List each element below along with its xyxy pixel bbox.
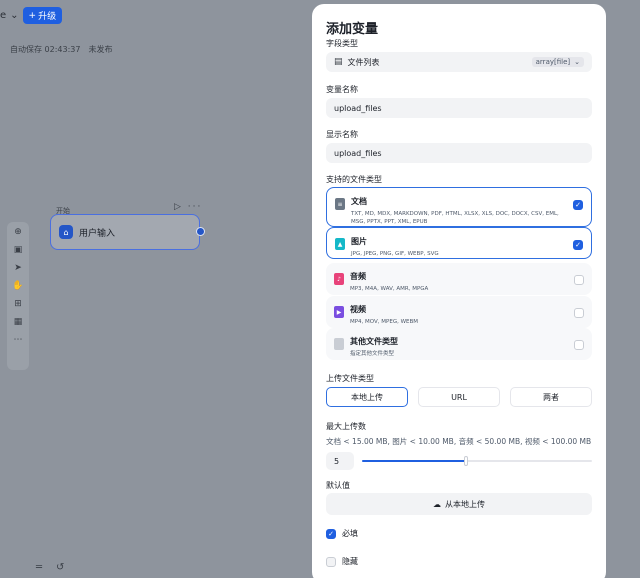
display-name-input[interactable]: upload_files (326, 143, 592, 163)
upload-type-both[interactable]: 两者 (510, 387, 592, 407)
plus-icon: + (28, 10, 37, 21)
file-type-name: 音频 (350, 272, 366, 281)
file-type-name: 图片 (351, 237, 367, 246)
panel-title: 添加变量 (326, 22, 379, 37)
display-name-label: 显示名称 (326, 130, 358, 139)
file-types-label: 支持的文件类型 (326, 175, 382, 184)
file-type-checkbox[interactable] (574, 275, 584, 285)
slider-thumb[interactable] (463, 456, 468, 466)
hand-icon[interactable]: ✋ (12, 280, 23, 292)
required-row: ✓ 必填 (326, 528, 358, 539)
document-icon: ≡ (335, 198, 345, 210)
layout-icon[interactable]: ⊞ (14, 298, 22, 310)
audio-file-icon: ♪ (334, 273, 344, 285)
upload-type-url[interactable]: URL (418, 387, 500, 407)
upload-type-local[interactable]: 本地上传 (326, 387, 408, 407)
max-upload-input[interactable]: 5 (326, 452, 354, 470)
file-type-audio[interactable]: ♪ 音频 MP3, M4A, WAV, AMR, MPGA (326, 263, 592, 295)
file-type-image[interactable]: ▲ 图片 JPG, JPEG, PNG, GIF, WEBP, SVG ✓ (326, 227, 592, 259)
chevron-down-icon[interactable]: ⌄ (10, 10, 18, 21)
upgrade-button[interactable]: + 升级 (22, 7, 63, 24)
file-type-document[interactable]: ≡ 文档 TXT, MD, MDX, MARKDOWN, PDF, HTML, … (326, 187, 592, 227)
required-label: 必填 (342, 529, 358, 538)
field-type-label: 字段类型 (326, 39, 358, 48)
field-type-tag-text: array[file] (535, 58, 571, 66)
max-upload-hint: 文档 < 15.00 MB, 图片 < 10.00 MB, 音频 < 50.00… (326, 437, 592, 446)
canvas-toolbar: ⊕ ▣ ➤ ✋ ⊞ ▦ ⋯ (7, 222, 29, 370)
file-type-desc: 指定其他文件类型 (350, 351, 395, 357)
other-file-icon (334, 338, 344, 350)
note-icon[interactable]: ▣ (14, 244, 23, 256)
var-name-input[interactable]: upload_files (326, 98, 592, 118)
file-type-desc: TXT, MD, MDX, MARKDOWN, PDF, HTML, XLSX,… (351, 211, 559, 225)
upload-type-segmented: 本地上传 URL 两者 (326, 387, 592, 407)
pointer-icon[interactable]: ➤ (14, 262, 22, 274)
file-type-desc: MP3, M4A, WAV, AMR, MPGA (350, 286, 429, 292)
file-type-checkbox[interactable] (574, 340, 584, 350)
default-value-label: 默认值 (326, 481, 350, 490)
more-icon[interactable]: ⋯ (14, 334, 23, 346)
image-file-icon: ▲ (335, 238, 345, 250)
file-type-desc: JPG, JPEG, PNG, GIF, WEBP, SVG (351, 251, 439, 257)
user-input-icon: ⌂ (59, 225, 73, 239)
upgrade-label: 升级 (38, 12, 57, 22)
app-selector[interactable]: e (0, 10, 6, 21)
node-title: 用户输入 (79, 228, 116, 239)
file-type-checkbox[interactable]: ✓ (573, 240, 583, 250)
node-output-port[interactable] (196, 227, 205, 236)
image-icon[interactable]: ▦ (14, 316, 23, 328)
file-type-desc: MP4, MOV, MPEG, WEBM (350, 319, 419, 325)
required-checkbox[interactable]: ✓ (326, 528, 336, 539)
field-type-select[interactable]: ▤ 文件列表 array[file] ⌄ (326, 52, 592, 72)
file-type-name: 视频 (350, 305, 366, 314)
field-type-value: 文件列表 (347, 57, 380, 67)
start-node[interactable]: ⌂ 用户输入 (50, 214, 200, 250)
upload-button-label: 从本地上传 (445, 499, 485, 509)
file-type-video[interactable]: ▶ 视频 MP4, MOV, MPEG, WEBM (326, 296, 592, 328)
var-name-label: 变量名称 (326, 85, 358, 94)
hidden-row: 隐藏 (326, 556, 358, 567)
file-type-checkbox[interactable]: ✓ (573, 200, 583, 210)
max-upload-label: 最大上传数 (326, 422, 366, 431)
minimap-icon[interactable]: ═ (36, 562, 42, 573)
hidden-checkbox[interactable] (326, 556, 336, 567)
file-type-name: 文档 (351, 197, 367, 206)
upload-type-label: 上传文件类型 (326, 374, 374, 383)
canvas-topbar: e ⌄ + 升级 (0, 7, 63, 24)
upload-from-local-button[interactable]: ☁ 从本地上传 (326, 493, 592, 515)
add-variable-panel: 添加变量 字段类型 ▤ 文件列表 array[file] ⌄ 变量名称 uplo… (312, 4, 606, 578)
file-type-name: 其他文件类型 (350, 337, 398, 346)
file-type-checkbox[interactable] (574, 308, 584, 318)
history-icon[interactable]: ↺ (56, 562, 64, 573)
file-type-other[interactable]: 其他文件类型 指定其他文件类型 (326, 328, 592, 360)
hidden-label: 隐藏 (342, 557, 358, 566)
canvas-bottom-tools: ═ ↺ (36, 562, 64, 573)
publish-status: 未发布 (88, 45, 113, 54)
slider-fill (362, 460, 466, 462)
video-file-icon: ▶ (334, 306, 344, 318)
add-node-icon[interactable]: ⊕ (14, 226, 22, 238)
node-actions[interactable]: ▷ ··· (174, 202, 202, 212)
max-upload-slider[interactable] (362, 456, 592, 466)
autosave-status: 自动保存 02:43:37 未发布 (10, 44, 112, 55)
cloud-upload-icon: ☁ (433, 499, 441, 509)
chevron-down-icon: ⌄ (574, 58, 580, 66)
field-type-tag: array[file] ⌄ (531, 57, 584, 67)
autosave-label: 自动保存 02:43:37 (10, 45, 81, 54)
file-list-icon: ▤ (334, 57, 343, 67)
